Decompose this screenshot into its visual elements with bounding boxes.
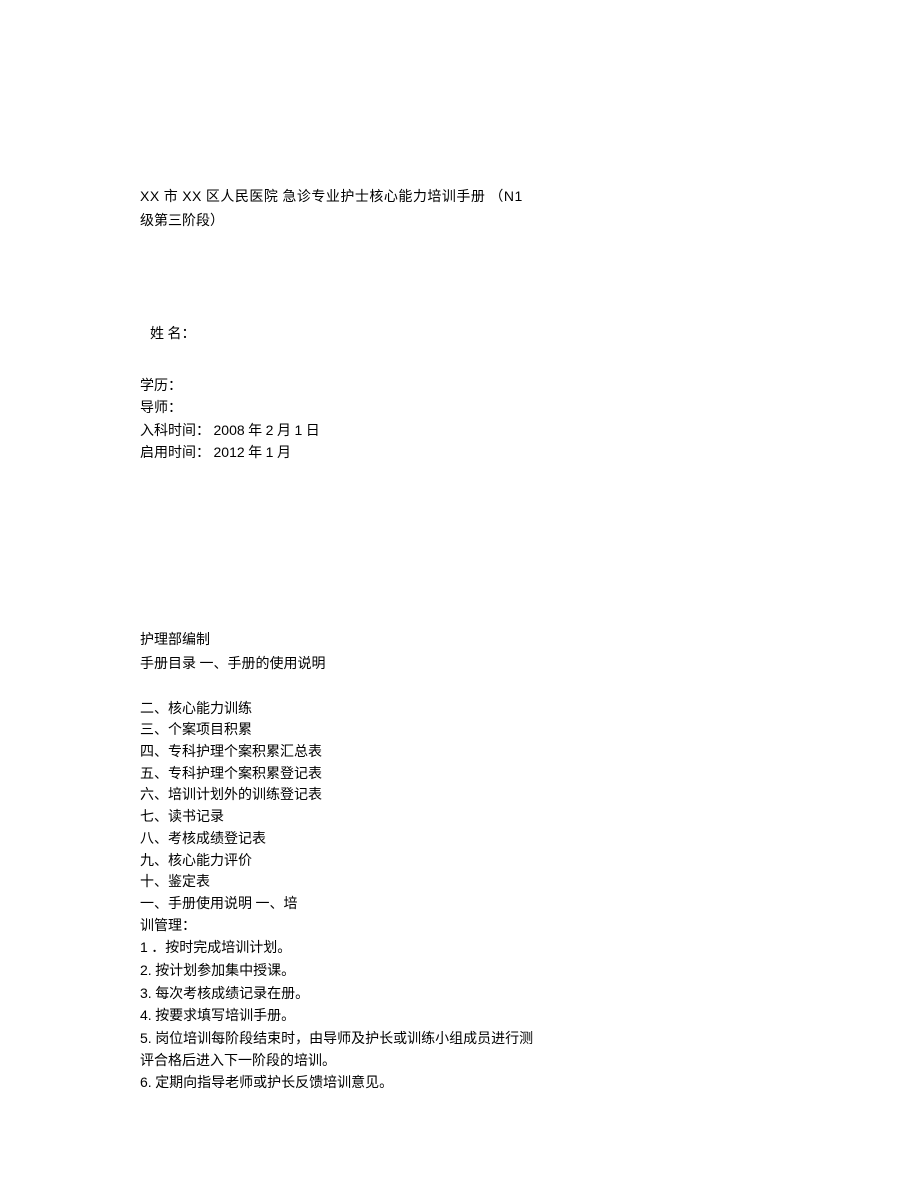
toc-item-9: 九、核心能力评价 <box>140 851 780 873</box>
rule-1-text: ．按时完成培训计划。 <box>148 941 292 956</box>
entry-month-suffix: 月 <box>273 424 294 439</box>
entry-date-field: 入科时间： 2008 年 2 月 1 日 <box>140 420 780 443</box>
toc-item-10: 十、鉴定表 <box>140 872 780 894</box>
title-prefix-1: XX <box>140 188 160 204</box>
toc-item-6: 六、培训计划外的训练登记表 <box>140 785 780 807</box>
rule-5-num: 5. <box>140 1030 152 1046</box>
mentor-field: 导师： <box>140 398 780 420</box>
start-date-field: 启用时间： 2012 年 1 月 <box>140 442 780 465</box>
title-line-1: XX 市 XX 区人民医院 急诊专业护士核心能力培训手册 （N1 <box>140 185 780 209</box>
rule-3: 3. 每次考核成绩记录在册。 <box>140 983 780 1006</box>
rule-5: 5. 岗位培训每阶段结束时，由导师及护长或训练小组成员进行测 <box>140 1028 780 1051</box>
rule-2-num: 2. <box>140 962 152 978</box>
toc-item-8: 八、考核成绩登记表 <box>140 829 780 851</box>
rule-3-num: 3. <box>140 985 152 1001</box>
section-1-heading: 一、手册使用说明 一、培 <box>140 894 780 916</box>
entry-day-suffix: 日 <box>302 424 320 439</box>
entry-year: 2008 <box>214 422 245 438</box>
title-mid-2: 区人民医院 急诊专业护士核心能力培训手册 （ <box>202 190 504 205</box>
entry-label: 入科时间： <box>140 424 214 439</box>
entry-year-suffix: 年 <box>245 424 266 439</box>
section-1-heading-cont: 训管理： <box>140 916 780 938</box>
rule-2-text: 按计划参加集中授课。 <box>152 964 296 979</box>
rule-3-text: 每次考核成绩记录在册。 <box>152 987 310 1002</box>
title-suffix: N1 <box>504 188 523 204</box>
start-label: 启用时间： <box>140 446 214 461</box>
toc-item-2: 二、核心能力训练 <box>140 699 780 721</box>
toc-item-4: 四、专科护理个案积累汇总表 <box>140 742 780 764</box>
rule-6-num: 6. <box>140 1074 152 1090</box>
rule-4-text: 按要求填写培训手册。 <box>152 1009 296 1024</box>
title-prefix-2: XX <box>182 188 202 204</box>
start-year: 2012 <box>214 444 245 460</box>
publisher: 护理部编制 <box>140 630 780 652</box>
toc-title: 手册目录 一、手册的使用说明 <box>140 654 780 676</box>
rule-5-cont: 评合格后进入下一阶段的培训。 <box>140 1051 780 1073</box>
rule-4-num: 4. <box>140 1007 152 1023</box>
rule-5-text: 岗位培训每阶段结束时，由导师及护长或训练小组成员进行测 <box>152 1032 534 1047</box>
rule-1: 1 ．按时完成培训计划。 <box>140 937 780 960</box>
document-title: XX 市 XX 区人民医院 急诊专业护士核心能力培训手册 （N1 级第三阶段） <box>140 185 780 234</box>
start-month-suffix: 月 <box>273 446 291 461</box>
name-label: 姓 名： <box>150 327 196 342</box>
rule-2: 2. 按计划参加集中授课。 <box>140 960 780 983</box>
title-mid-1: 市 <box>160 190 183 205</box>
content-list: 二、核心能力训练 三、个案项目积累 四、专科护理个案积累汇总表 五、专科护理个案… <box>140 699 780 1095</box>
toc-item-5: 五、专科护理个案积累登记表 <box>140 764 780 786</box>
toc-item-3: 三、个案项目积累 <box>140 720 780 742</box>
info-section: 学历： 导师： 入科时间： 2008 年 2 月 1 日 启用时间： 2012 … <box>140 376 780 465</box>
rule-1-num: 1 <box>140 939 148 955</box>
rule-6-text: 定期向指导老师或护长反馈培训意见。 <box>152 1076 394 1091</box>
education-field: 学历： <box>140 376 780 398</box>
toc-item-7: 七、读书记录 <box>140 807 780 829</box>
rule-6: 6. 定期向指导老师或护长反馈培训意见。 <box>140 1072 780 1095</box>
rule-4: 4. 按要求填写培训手册。 <box>140 1005 780 1028</box>
name-field: 姓 名： <box>140 324 780 346</box>
start-year-suffix: 年 <box>245 446 266 461</box>
toc-section: 手册目录 一、手册的使用说明 <box>140 654 780 676</box>
title-line-2: 级第三阶段） <box>140 211 780 233</box>
